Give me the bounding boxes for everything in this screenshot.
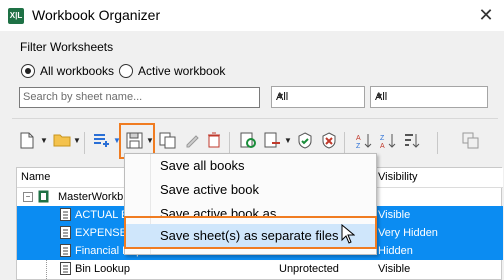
delete-icon[interactable] xyxy=(207,132,225,150)
column-header-visibility[interactable]: Visibility xyxy=(378,171,418,183)
column-header-name[interactable]: Name xyxy=(21,171,50,183)
title-bar: X|L Workbook Organizer ✕ xyxy=(0,0,504,31)
search-placeholder: Search by sheet name... xyxy=(23,91,143,103)
menu-item-highlight xyxy=(124,216,377,249)
toolbar-separator xyxy=(437,132,438,154)
add-sheet-icon[interactable]: ▼ xyxy=(93,132,121,150)
collapse-icon[interactable]: − xyxy=(23,192,33,202)
open-folder-icon[interactable]: ▼ xyxy=(53,132,81,150)
sheet-icon xyxy=(60,262,71,275)
sort-custom-icon[interactable] xyxy=(403,132,421,150)
sheet-visibility: Visible xyxy=(378,209,411,221)
radio-all-label: All workbooks xyxy=(40,64,115,78)
sheet-name: EXPENSE xyxy=(75,227,127,239)
menu-item-label: Save all books xyxy=(160,158,245,173)
close-icon[interactable]: ✕ xyxy=(468,0,504,31)
new-file-icon[interactable]: ▼ xyxy=(20,132,48,150)
copy-sheet-icon[interactable] xyxy=(159,132,177,150)
sheet-name: ACTUAL E xyxy=(75,209,129,221)
chevron-down-icon: ▼ xyxy=(276,91,285,101)
print-preview-icon[interactable] xyxy=(240,132,258,150)
sheet-icon xyxy=(60,226,71,239)
sheet-icon xyxy=(60,244,71,257)
radio-active-label: Active workbook xyxy=(138,64,226,78)
svg-text:A: A xyxy=(380,143,385,149)
svg-text:A: A xyxy=(356,135,361,142)
workbook-organizer-window: X|L Workbook Organizer ✕ Filter Workshee… xyxy=(0,0,504,280)
radio-unselected-icon xyxy=(119,64,133,78)
excel-workbook-icon xyxy=(38,190,49,203)
mouse-cursor-icon xyxy=(341,223,356,247)
toolbar-separator xyxy=(84,132,85,154)
radio-selected-icon xyxy=(21,64,35,78)
menu-item-save-active-book[interactable]: Save active book xyxy=(125,178,376,201)
sheet-visibility: Visible xyxy=(378,263,411,275)
radio-active-workbook[interactable]: Active workbook xyxy=(119,64,225,78)
visibility-filter-select[interactable]: All ▼ xyxy=(370,86,488,108)
sort-az-icon[interactable]: AZ xyxy=(355,132,373,150)
status-filter-select[interactable]: All ▼ xyxy=(271,86,365,108)
workbook-name: MasterWorkb xyxy=(58,191,124,203)
chevron-down-icon: ▼ xyxy=(375,91,384,101)
toolbar-separator xyxy=(229,132,230,154)
search-input[interactable]: Search by sheet name... xyxy=(19,87,260,108)
unprotect-icon[interactable] xyxy=(321,132,339,150)
sheet-visibility: Hidden xyxy=(378,245,413,257)
sheet-status: Unprotected xyxy=(279,263,339,275)
svg-text:Z: Z xyxy=(380,135,385,142)
window-title: Workbook Organizer xyxy=(32,7,161,23)
table-row[interactable]: Bin Lookup Unprotected Visible xyxy=(17,260,503,278)
divider xyxy=(12,118,498,119)
radio-all-workbooks[interactable]: All workbooks xyxy=(21,64,114,78)
filter-group-label: Filter Worksheets xyxy=(20,40,114,54)
copy-icon[interactable] xyxy=(462,132,480,150)
svg-text:Z: Z xyxy=(356,143,361,149)
menu-item-label: Save active book xyxy=(160,182,260,197)
protect-icon[interactable] xyxy=(297,132,315,150)
move-sheet-icon[interactable]: ▼ xyxy=(264,132,292,150)
sheet-visibility: Very Hidden xyxy=(378,227,438,239)
toolbar-separator xyxy=(344,132,345,154)
menu-item-save-all-books[interactable]: Save all books xyxy=(125,154,376,177)
edit-icon[interactable] xyxy=(184,132,202,150)
sort-za-icon[interactable]: ZA xyxy=(379,132,397,150)
excel-app-icon: X|L xyxy=(8,8,24,24)
sheet-icon xyxy=(60,208,71,221)
sheet-name: Bin Lookup xyxy=(75,263,131,275)
